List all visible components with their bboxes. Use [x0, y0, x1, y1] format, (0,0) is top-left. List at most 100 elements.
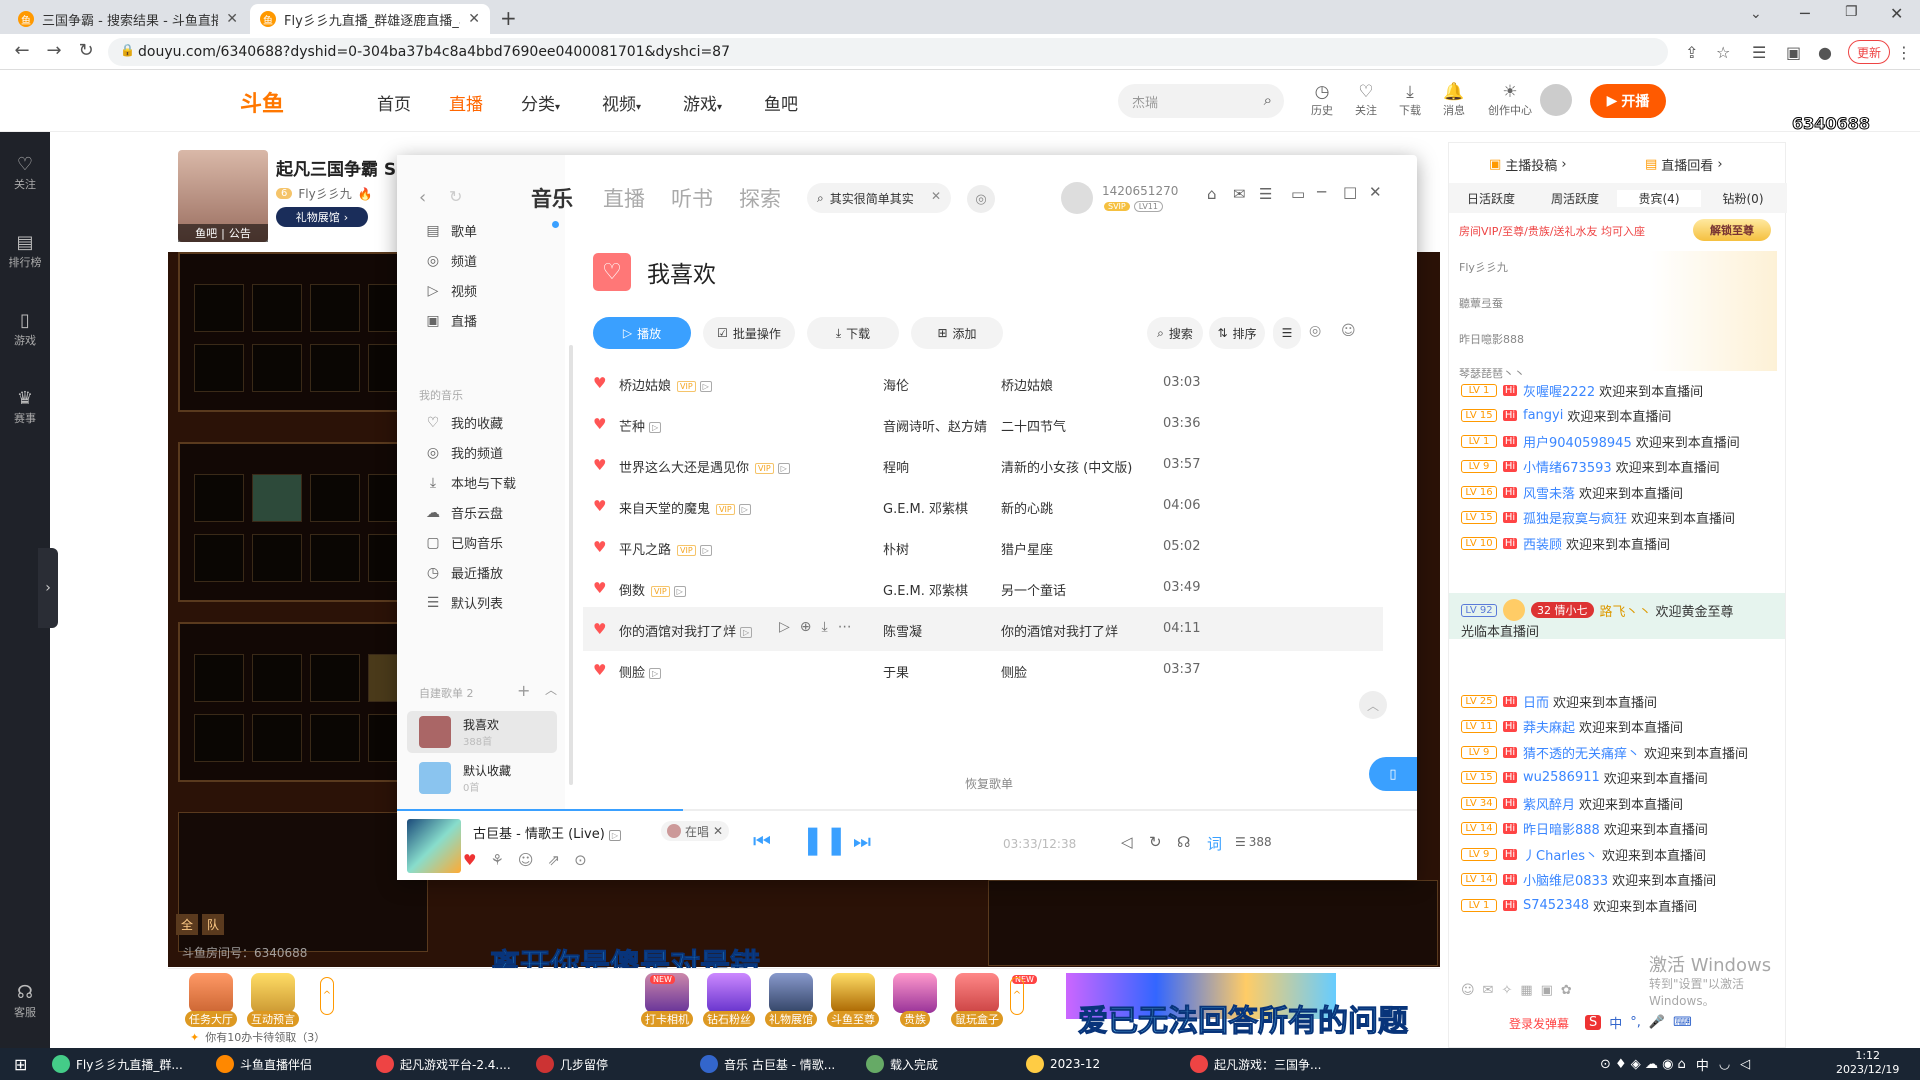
song-row[interactable]: ♥ 平凡之路 VIP ▷ 朴树 猎户星座 05:02	[583, 525, 1383, 569]
gift-icon[interactable]: ⚘	[490, 851, 503, 869]
mv-icon[interactable]: ▷	[777, 463, 790, 474]
sidebar-icon[interactable]: ▣	[1786, 43, 1801, 62]
taskbar-app[interactable]: 起凡游戏：三国争...	[1190, 1048, 1321, 1080]
song-album[interactable]: 你的酒馆对我打了烊	[1001, 621, 1118, 640]
anchor-submission-button[interactable]: ▣ 主播投稿 ›	[1489, 155, 1567, 174]
sidebar-item-rank[interactable]: ▤ 排行榜	[0, 232, 50, 270]
now-playing-track[interactable]: 古巨基 - 情歌王 (Live) ▷	[473, 823, 622, 842]
gift-box[interactable]: 鼠玩盒子	[948, 973, 1006, 1027]
tab-diamond-fans[interactable]: 钻粉(0)	[1701, 190, 1785, 207]
music-nav-item[interactable]: ▣ 直播	[425, 311, 477, 331]
start-icon[interactable]: ⊞	[14, 1048, 27, 1080]
gift-supreme[interactable]: 斗鱼至尊	[824, 973, 882, 1027]
liked-heart-icon[interactable]: ♥	[593, 661, 606, 679]
sidebar-item-match[interactable]: ♛ 赛事	[0, 388, 50, 426]
taskbar-app[interactable]: 音乐 古巨基 - 情歌...	[700, 1048, 835, 1080]
replay-button[interactable]: ▤ 直播回看 ›	[1645, 155, 1723, 174]
pause-icon[interactable]: ❚❚	[801, 823, 848, 856]
next-icon[interactable]: ⏭	[853, 829, 871, 853]
nav-home[interactable]: 首页	[377, 90, 411, 115]
song-row[interactable]: ♥ 你的酒馆对我打了烊 ▷ 陈雪凝 你的酒馆对我打了烊 04:11 ▷ ⊕ ⤓ ⋯	[583, 607, 1383, 651]
reward-text[interactable]: 你有10办卡待领取（3）	[205, 1029, 325, 1045]
my-music-item[interactable]: ▢ 已购音乐	[425, 533, 503, 553]
login-hint[interactable]: 登录发弹幕	[1509, 1015, 1569, 1032]
song-row[interactable]: ♥ 桥边姑娘 VIP ▷ 海伦 桥边姑娘 03:03	[583, 361, 1383, 405]
chat-message[interactable]: LV 34 Hi 紫风醉月 欢迎来到本直播间	[1461, 792, 1683, 814]
mv-icon[interactable]: ▷	[673, 586, 686, 597]
album-art[interactable]	[407, 819, 461, 873]
douyu-search-input[interactable]: 杰瑞 ⌕	[1118, 84, 1284, 118]
mv-icon[interactable]: ▷	[699, 381, 712, 392]
minimize-icon[interactable]: ─	[1800, 4, 1810, 23]
clear-icon[interactable]: ✕	[931, 189, 941, 203]
play-all-button[interactable]: ▷ 播放	[593, 317, 691, 349]
song-row[interactable]: ♥ 倒数 VIP ▷ G.E.M. 邓紫棋 另一个童话 03:49	[583, 566, 1383, 610]
mv-icon[interactable]: ▷	[699, 545, 712, 556]
unlock-supreme-button[interactable]: 解锁至尊	[1693, 219, 1771, 241]
volume-icon[interactable]: ◁	[1121, 833, 1133, 851]
chat-username[interactable]: 丿Charles丶	[1523, 845, 1598, 864]
sort-button[interactable]: ⇅ 排序	[1209, 317, 1265, 349]
nav-live[interactable]: 直播	[449, 90, 483, 115]
chat-message[interactable]: LV 10 Hi 西装顾 欢迎来到本直播间	[1461, 532, 1670, 554]
song-artist[interactable]: 于果	[883, 662, 909, 681]
download-icon[interactable]: ⤓	[822, 619, 828, 635]
refresh-icon[interactable]: ↻	[449, 187, 462, 206]
music-user-avatar[interactable]	[1061, 182, 1093, 214]
taskbar-app[interactable]: 载入完成	[866, 1048, 938, 1080]
anchor-avatar[interactable]: 鱼吧 | 公告	[178, 150, 268, 242]
tab-daily-active[interactable]: 日活跃度	[1449, 190, 1533, 207]
tab-audiobook[interactable]: 听书	[671, 183, 713, 213]
liked-heart-icon[interactable]: ♥	[593, 579, 606, 597]
chat-username[interactable]: 日而	[1523, 692, 1549, 711]
my-music-item[interactable]: ☰ 默认列表	[425, 593, 503, 613]
mv-icon[interactable]: ▷	[738, 504, 751, 515]
liked-heart-icon[interactable]: ♥	[593, 620, 606, 638]
chat-message[interactable]: LV 9 Hi 猜不透的无关痛痒丶 欢迎来到本直播间	[1461, 741, 1748, 763]
message-button[interactable]: 🔔 消息	[1434, 82, 1474, 118]
song-album[interactable]: 新的心跳	[1001, 498, 1053, 517]
chat-message[interactable]: LV 1 Hi 用户9040598945 欢迎来到本直播间	[1461, 430, 1740, 452]
taskbar-app[interactable]: Fly彡彡九直播_群...	[52, 1048, 183, 1080]
tab-weekly-active[interactable]: 周活跃度	[1533, 190, 1617, 207]
sidebar-item-game[interactable]: ▯ 游戏	[0, 310, 50, 348]
download-button[interactable]: ⤓ 下载	[1390, 82, 1430, 118]
chat-username[interactable]: 用户9040598945	[1523, 432, 1632, 451]
gift-noble[interactable]: 贵族	[886, 973, 944, 1027]
phone-transfer-icon[interactable]: ▯	[1369, 757, 1417, 791]
song-artist[interactable]: 朴树	[883, 539, 909, 558]
play-queue-button[interactable]: ☰ 388	[1235, 835, 1272, 849]
taskbar-app[interactable]: 2023-12	[1026, 1048, 1100, 1080]
music-nav-item[interactable]: ▷ 视频	[425, 281, 477, 301]
update-badge[interactable]: 更新	[1848, 40, 1891, 64]
taskbar-app[interactable]: 起凡游戏平台-2.4....	[376, 1048, 511, 1080]
chat-username[interactable]: 紫风醉月	[1523, 794, 1575, 813]
share-icon[interactable]: ⇗	[548, 851, 561, 869]
chat-message[interactable]: LV 9 Hi 丿Charles丶 欢迎来到本直播间	[1461, 843, 1706, 865]
playlist-item-default[interactable]: 默认收藏 0首	[407, 757, 557, 799]
reading-list-icon[interactable]: ☰	[1752, 43, 1766, 62]
song-album[interactable]: 二十四节气	[1001, 416, 1066, 435]
gift-hall-button[interactable]: 礼物展馆 ›	[276, 207, 368, 227]
sidebar-item-follow[interactable]: ♡ 关注	[0, 154, 50, 192]
chat-username[interactable]: 小情绪673593	[1523, 457, 1612, 476]
more-icon[interactable]: ⊙	[574, 851, 587, 869]
maximize-icon[interactable]: □	[1343, 183, 1357, 201]
song-album[interactable]: 清新的小女孩 (中文版)	[1001, 457, 1132, 476]
music-nav-item[interactable]: ◎ 频道	[425, 251, 477, 271]
song-row[interactable]: ♥ 来自天堂的魔鬼 VIP ▷ G.E.M. 邓紫棋 新的心跳 04:06	[583, 484, 1383, 528]
user-filter-icon[interactable]: ☺	[1341, 323, 1356, 339]
gift-scroll-up-icon[interactable]: ^	[320, 977, 334, 1015]
my-music-item[interactable]: ⤓ 本地与下载	[425, 473, 516, 493]
chat-username[interactable]: fangyi	[1523, 408, 1563, 423]
song-row[interactable]: ♥ 芒种 ▷ 音阙诗听、赵方婧 二十四节气 03:36	[583, 402, 1383, 446]
start-broadcast-button[interactable]: ▶ 开播	[1590, 84, 1666, 118]
mv-icon[interactable]: ▷	[740, 627, 753, 638]
my-music-item[interactable]: ☁ 音乐云盘	[425, 503, 503, 523]
chat-username[interactable]: 孤独是寂寞与疯狂	[1523, 508, 1627, 527]
song-album[interactable]: 猎户星座	[1001, 539, 1053, 558]
song-album[interactable]: 另一个童话	[1001, 580, 1066, 599]
notice-link[interactable]: 公告	[229, 225, 251, 241]
chat-username[interactable]: 灰喔喔2222	[1523, 381, 1595, 400]
menu-icon[interactable]: ☰	[1259, 185, 1272, 203]
